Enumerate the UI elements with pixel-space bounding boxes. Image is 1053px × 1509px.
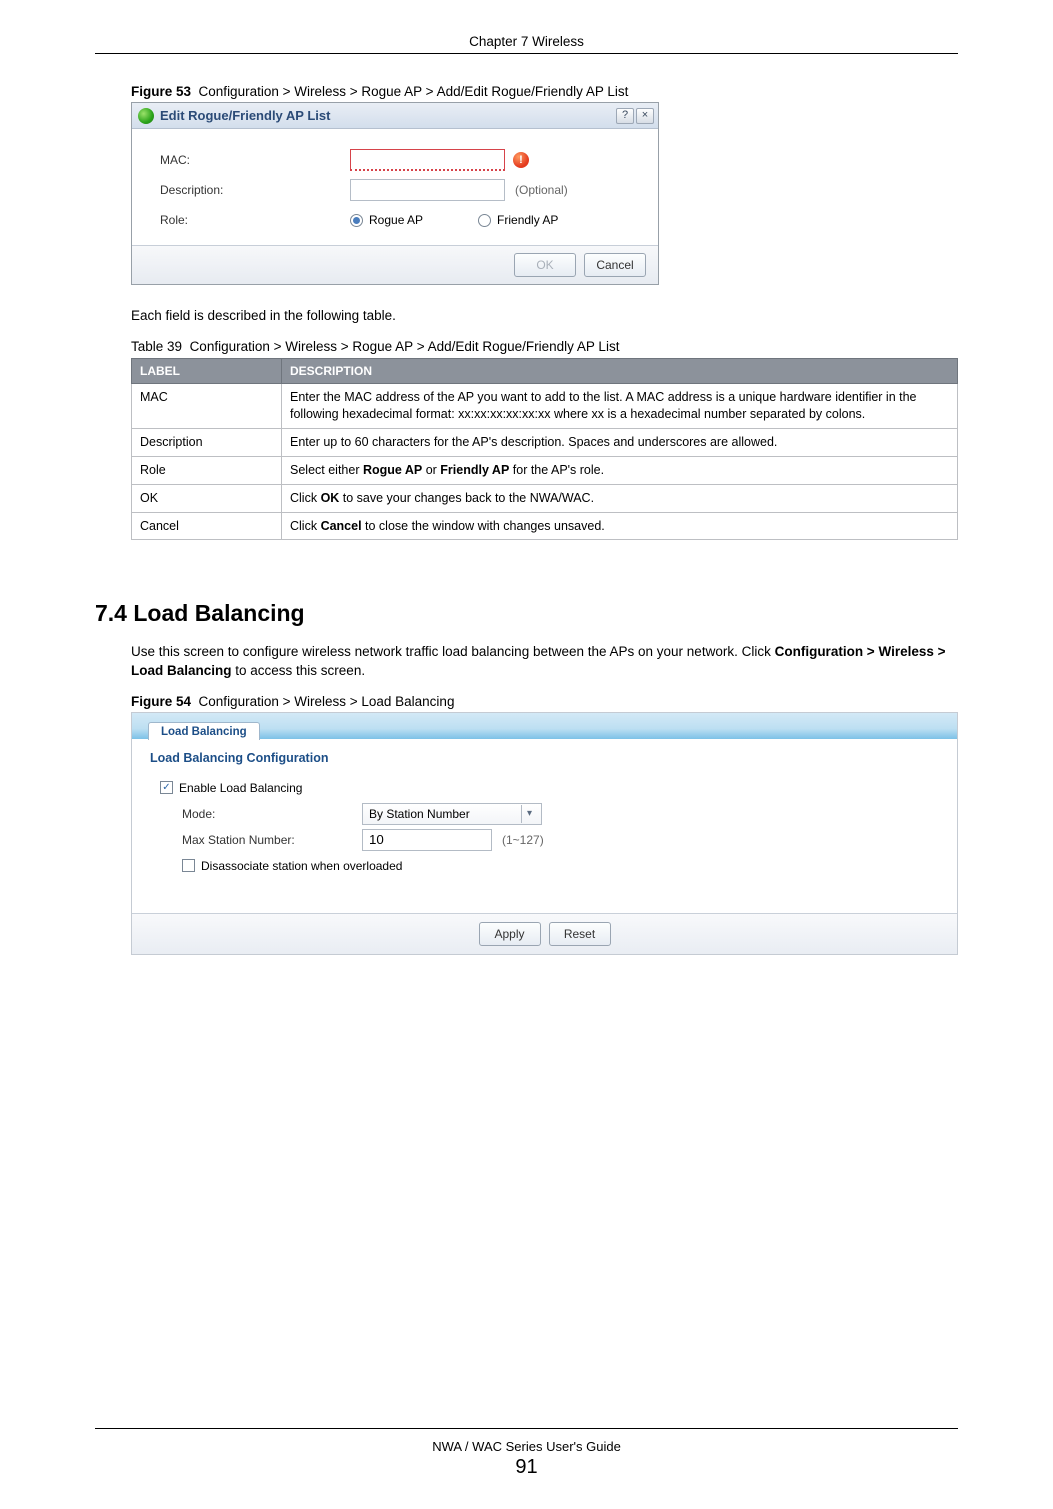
mac-label: MAC: [160, 153, 350, 167]
close-icon[interactable]: × [636, 108, 654, 124]
role-friendly-label: Friendly AP [497, 213, 558, 227]
reset-button[interactable]: Reset [549, 922, 611, 946]
disassociate-label: Disassociate station when overloaded [201, 859, 402, 873]
ok-button[interactable]: OK [514, 253, 576, 277]
figure-54-caption-text: Configuration > Wireless > Load Balancin… [199, 694, 455, 709]
max-station-hint: (1~127) [502, 833, 544, 847]
figure-53-caption: Figure 53 Configuration > Wireless > Rog… [131, 84, 958, 99]
table-39-label: Table 39 [131, 339, 182, 354]
tab-load-balancing[interactable]: Load Balancing [148, 722, 260, 740]
chapter-header: Chapter 7 Wireless [95, 34, 958, 49]
row-desc: Enter the MAC address of the AP you want… [282, 384, 958, 429]
section-7-4-heading: 7.4 Load Balancing [95, 600, 958, 627]
chevron-down-icon: ▾ [521, 805, 537, 823]
edit-rogue-dialog: Edit Rogue/Friendly AP List ? × MAC: ! D… [131, 102, 659, 285]
dialog-titlebar: Edit Rogue/Friendly AP List ? × [132, 103, 658, 129]
table-row: MAC Enter the MAC address of the AP you … [132, 384, 958, 429]
table-header-description: DESCRIPTION [282, 359, 958, 384]
table-header-label: LABEL [132, 359, 282, 384]
description-label: Description: [160, 183, 350, 197]
role-label: Role: [160, 213, 350, 227]
enable-label: Enable Load Balancing [179, 781, 302, 795]
table-39-caption: Table 39 Configuration > Wireless > Rogu… [131, 339, 958, 354]
mac-input[interactable] [350, 149, 505, 171]
row-label: Cancel [132, 512, 282, 540]
panel-footer: Apply Reset [132, 913, 957, 954]
disassociate-checkbox[interactable] [182, 859, 195, 872]
mode-label: Mode: [182, 807, 362, 821]
max-station-input[interactable] [362, 829, 492, 851]
figure-54-caption: Figure 54 Configuration > Wireless > Loa… [131, 694, 958, 709]
radio-icon [478, 214, 491, 227]
table-39-caption-text: Configuration > Wireless > Rogue AP > Ad… [190, 339, 620, 354]
row-label: MAC [132, 384, 282, 429]
radio-icon [350, 214, 363, 227]
page-footer: NWA / WAC Series User's Guide 91 [0, 1428, 1053, 1479]
row-desc: Select either Rogue AP or Friendly AP fo… [282, 456, 958, 484]
row-label: Role [132, 456, 282, 484]
section-7-4-intro: Use this screen to configure wireless ne… [131, 643, 958, 679]
dialog-title: Edit Rogue/Friendly AP List [160, 108, 610, 123]
figure-54-label: Figure 54 [131, 694, 191, 709]
dialog-body: MAC: ! Description: (Optional) Role: Rog… [132, 129, 658, 245]
table-row: Description Enter up to 60 characters fo… [132, 428, 958, 456]
table-row: Cancel Click Cancel to close the window … [132, 512, 958, 540]
figure-53-label: Figure 53 [131, 84, 191, 99]
role-rogue-label: Rogue AP [369, 213, 423, 227]
header-rule [95, 53, 958, 54]
optional-hint: (Optional) [515, 183, 568, 197]
load-balancing-panel: Load Balancing Load Balancing Configurat… [131, 712, 958, 955]
dialog-wand-icon [138, 108, 154, 124]
help-icon[interactable]: ? [616, 108, 634, 124]
enable-checkbox[interactable] [160, 781, 173, 794]
warning-icon: ! [513, 152, 529, 168]
figure-53-caption-text: Configuration > Wireless > Rogue AP > Ad… [199, 84, 629, 99]
footer-rule [95, 1428, 958, 1429]
mode-select-value: By Station Number [369, 807, 470, 821]
row-desc: Click Cancel to close the window with ch… [282, 512, 958, 540]
apply-button[interactable]: Apply [479, 922, 541, 946]
role-rogue-radio[interactable]: Rogue AP [350, 213, 423, 227]
table-39: LABEL DESCRIPTION MAC Enter the MAC addr… [131, 358, 958, 540]
panel-section-title: Load Balancing Configuration [150, 751, 939, 765]
dialog-footer: OK Cancel [132, 245, 658, 284]
table-intro-text: Each field is described in the following… [131, 307, 958, 325]
row-label: OK [132, 484, 282, 512]
footer-guide-text: NWA / WAC Series User's Guide [0, 1439, 1053, 1454]
row-desc: Enter up to 60 characters for the AP's d… [282, 428, 958, 456]
cancel-button[interactable]: Cancel [584, 253, 646, 277]
tab-row: Load Balancing [132, 713, 957, 739]
role-friendly-radio[interactable]: Friendly AP [478, 213, 558, 227]
page-number: 91 [0, 1456, 1053, 1479]
row-desc: Click OK to save your changes back to th… [282, 484, 958, 512]
table-row: OK Click OK to save your changes back to… [132, 484, 958, 512]
panel-body: Load Balancing Configuration Enable Load… [132, 739, 957, 913]
max-station-label: Max Station Number: [182, 833, 362, 847]
mode-select[interactable]: By Station Number ▾ [362, 803, 542, 825]
table-row: Role Select either Rogue AP or Friendly … [132, 456, 958, 484]
description-input[interactable] [350, 179, 505, 201]
row-label: Description [132, 428, 282, 456]
